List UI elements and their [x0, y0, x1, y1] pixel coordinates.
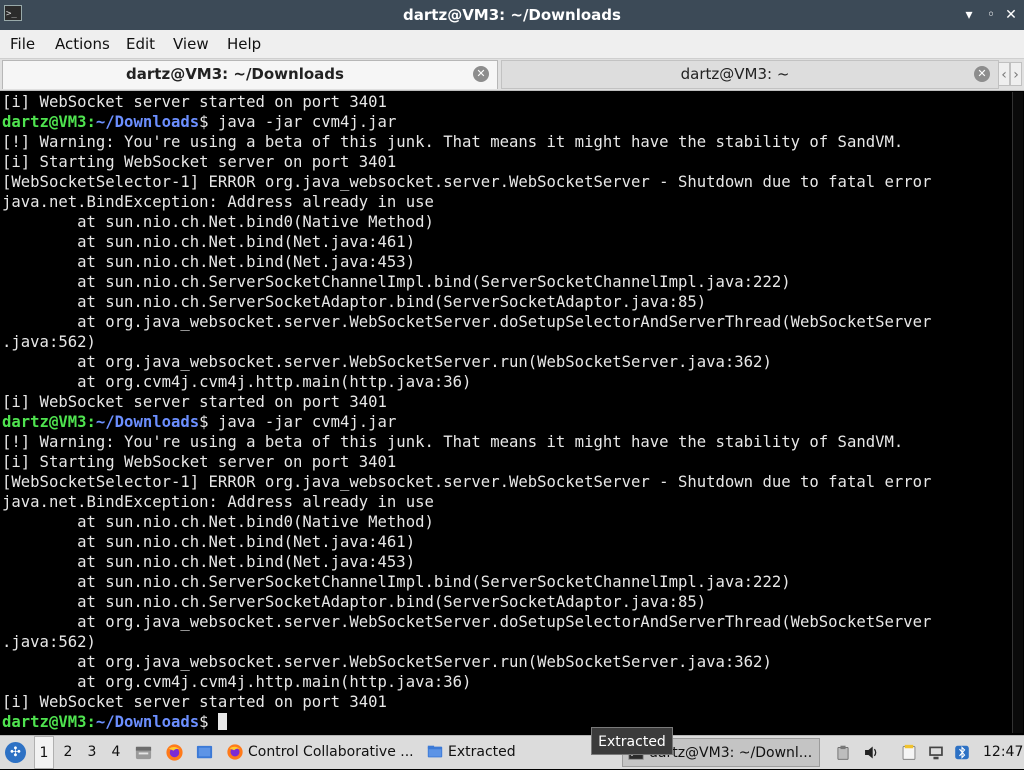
command-text: java -jar cvm4j.jar: [208, 113, 397, 131]
prompt-user: dartz@VM3: [2, 113, 87, 131]
terminal-line: [i] WebSocket server started on port 340…: [2, 693, 387, 711]
terminal-scrollbar[interactable]: [1012, 92, 1023, 733]
prompt-path: ~/Downloads: [95, 113, 200, 131]
menu-file[interactable]: File: [10, 30, 35, 58]
task-label: Extracted: [448, 744, 516, 760]
prompt-separator: :: [86, 113, 96, 131]
window-title: dartz@VM3: ~/Downloads: [403, 6, 621, 24]
terminal-line: .java:562): [2, 633, 96, 651]
terminal-line: at sun.nio.ch.ServerSocketChannelImpl.bi…: [2, 573, 791, 591]
terminal-line: at org.java_websocket.server.WebSocketSe…: [2, 313, 932, 331]
menu-bar: File Actions Edit View Help: [0, 30, 1024, 59]
prompt-separator: :: [86, 713, 96, 731]
terminal-line: at org.java_websocket.server.WebSocketSe…: [2, 353, 772, 371]
terminal-cursor: [217, 713, 227, 730]
menu-help[interactable]: Help: [227, 30, 261, 58]
command-text: [209, 713, 218, 731]
minimize-icon[interactable]: ▾: [959, 5, 979, 25]
window-titlebar[interactable]: >_ dartz@VM3: ~/Downloads ▾ ◦ ✕: [0, 0, 1024, 30]
tab-scroll-right-icon[interactable]: ›: [1010, 62, 1022, 86]
tab-bar: dartz@VM3: ~/Downloads ✕ dartz@VM3: ~ ✕ …: [0, 59, 1024, 91]
prompt-path: ~/Downloads: [95, 413, 200, 431]
firefox-icon: [227, 744, 243, 760]
tab-label: dartz@VM3: ~: [680, 65, 790, 83]
workspace-3[interactable]: 3: [82, 736, 102, 769]
firefox-icon[interactable]: [165, 743, 184, 762]
volume-icon[interactable]: [862, 744, 880, 761]
workspace-1[interactable]: 1: [34, 736, 54, 769]
terminal-line: at org.java_websocket.server.WebSocketSe…: [2, 653, 772, 671]
terminal-line: [WebSocketSelector-1] ERROR org.java_web…: [2, 473, 932, 491]
maximize-icon[interactable]: ◦: [981, 5, 1001, 25]
tab-label: dartz@VM3: ~/Downloads: [126, 65, 344, 83]
terminal-line: at sun.nio.ch.Net.bind(Net.java:461): [2, 533, 416, 551]
workspace-4[interactable]: 4: [106, 736, 126, 769]
terminal-line: [i] Starting WebSocket server on port 34…: [2, 153, 397, 171]
menu-view[interactable]: View: [173, 30, 209, 58]
terminal-line: at sun.nio.ch.Net.bind0(Native Method): [2, 213, 434, 231]
terminal-line: at org.cvm4j.cvm4j.http.main(http.java:3…: [2, 373, 472, 391]
terminal-line: .java:562): [2, 333, 96, 351]
prompt-symbol: $: [199, 713, 209, 731]
prompt-user: dartz@VM3: [2, 413, 87, 431]
tab-home[interactable]: dartz@VM3: ~ ✕: [501, 60, 999, 89]
taskbar: ✣ 1 2 3 4 Control Collaborative ... Extr…: [0, 735, 1024, 769]
task-tooltip: Extracted: [591, 727, 673, 755]
workspace-2[interactable]: 2: [58, 736, 78, 769]
menu-edit[interactable]: Edit: [126, 30, 155, 58]
prompt-separator: :: [86, 413, 96, 431]
terminal-output[interactable]: [i] WebSocket server started on port 340…: [2, 92, 1010, 733]
tab-close-icon[interactable]: ✕: [473, 66, 489, 82]
prompt-path: ~/Downloads: [95, 713, 200, 731]
clock[interactable]: 12:47: [983, 736, 1023, 769]
menu-actions[interactable]: Actions: [55, 30, 110, 58]
file-manager-icon[interactable]: [134, 743, 153, 762]
command-text: java -jar cvm4j.jar: [208, 413, 397, 431]
terminal-line: at sun.nio.ch.Net.bind(Net.java:453): [2, 253, 416, 271]
prompt-symbol: $: [199, 413, 209, 431]
terminal-line: at sun.nio.ch.ServerSocketAdaptor.bind(S…: [2, 293, 707, 311]
prompt-symbol: $: [199, 113, 209, 131]
terminal-line: [i] WebSocket server started on port 340…: [2, 393, 387, 411]
folder-icon: [427, 745, 443, 758]
terminal-line: [WebSocketSelector-1] ERROR org.java_web…: [2, 173, 932, 191]
tab-close-icon[interactable]: ✕: [974, 66, 990, 82]
tab-scroll-left-icon[interactable]: ‹: [998, 62, 1010, 86]
terminal-prompt-line: dartz@VM3:~/Downloads$ java -jar cvm4j.j…: [2, 412, 1010, 432]
terminal-line: java.net.BindException: Address already …: [2, 193, 434, 211]
terminal-line: [i] WebSocket server started on port 340…: [2, 93, 387, 111]
task-extracted[interactable]: Extracted: [422, 738, 618, 767]
terminal-line: [!] Warning: You're using a beta of this…: [2, 133, 904, 151]
task-label: dartz@VM3: ~/Downl...: [649, 745, 813, 761]
terminal-line: at org.java_websocket.server.WebSocketSe…: [2, 613, 932, 631]
task-firefox[interactable]: Control Collaborative ...: [222, 738, 418, 767]
terminal-line: at sun.nio.ch.ServerSocketChannelImpl.bi…: [2, 273, 791, 291]
prompt-user: dartz@VM3: [2, 713, 87, 731]
notes-icon[interactable]: [900, 744, 918, 761]
terminal-line: [i] Starting WebSocket server on port 34…: [2, 453, 397, 471]
clipboard-icon[interactable]: [834, 744, 852, 761]
network-icon[interactable]: [927, 744, 945, 761]
start-menu-icon[interactable]: ✣: [5, 742, 26, 763]
bluetooth-icon[interactable]: [953, 744, 971, 761]
terminal-line: at sun.nio.ch.Net.bind0(Native Method): [2, 513, 434, 531]
terminal-prompt-line: dartz@VM3:~/Downloads$ java -jar cvm4j.j…: [2, 112, 1010, 132]
desktop-icon[interactable]: [195, 743, 214, 762]
terminal-line: java.net.BindException: Address already …: [2, 493, 434, 511]
close-icon[interactable]: ✕: [1001, 5, 1021, 25]
terminal-line: [!] Warning: You're using a beta of this…: [2, 433, 904, 451]
task-label: Control Collaborative ...: [248, 744, 414, 760]
terminal-line: at sun.nio.ch.ServerSocketAdaptor.bind(S…: [2, 593, 707, 611]
terminal-line: at org.cvm4j.cvm4j.http.main(http.java:3…: [2, 673, 472, 691]
terminal-prompt-line: dartz@VM3:~/Downloads$: [2, 712, 1010, 732]
terminal-line: at sun.nio.ch.Net.bind(Net.java:461): [2, 233, 416, 251]
terminal-line: at sun.nio.ch.Net.bind(Net.java:453): [2, 553, 416, 571]
tab-downloads[interactable]: dartz@VM3: ~/Downloads ✕: [2, 60, 498, 89]
